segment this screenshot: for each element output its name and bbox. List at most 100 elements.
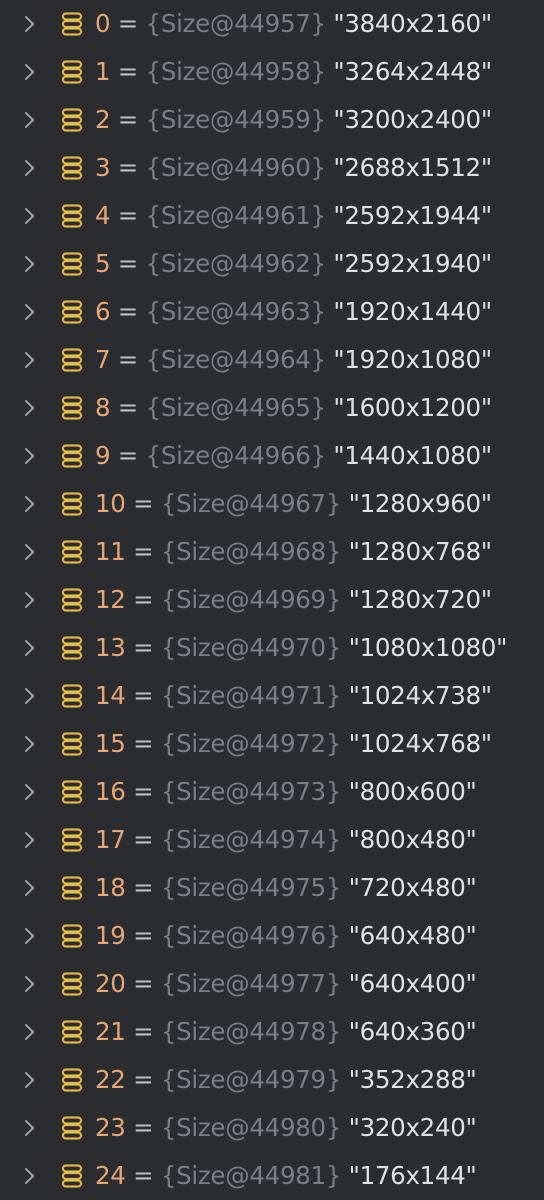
chevron-right-icon[interactable] [22,109,38,131]
chevron-right-icon[interactable] [22,589,38,611]
equals-sign: = [117,393,139,422]
chevron-right-icon[interactable] [22,637,38,659]
variable-value: "1920x1080" [333,345,492,374]
variable-value: "176x144" [348,1161,477,1190]
chevron-right-icon[interactable] [22,733,38,755]
variable-row[interactable]: 15 = {Size@44972} "1024x768" [0,720,544,768]
variable-row[interactable]: 3 = {Size@44960} "2688x1512" [0,144,544,192]
array-element-icon [60,779,84,805]
variable-row[interactable]: 16 = {Size@44973} "800x600" [0,768,544,816]
equals-sign: = [117,105,139,134]
array-element-icon [60,203,84,229]
variable-row[interactable]: 11 = {Size@44968} "1280x768" [0,528,544,576]
variable-value: "800x480" [348,825,477,854]
equals-sign: = [133,825,154,854]
chevron-right-icon[interactable] [22,1069,38,1091]
object-reference: {Size@44960} [145,153,327,182]
variable-index: 15 [95,729,126,758]
variable-row[interactable]: 0 = {Size@44957} "3840x2160" [0,0,544,48]
variable-row[interactable]: 19 = {Size@44976} "640x480" [0,912,544,960]
equals-sign: = [133,489,154,518]
chevron-right-icon[interactable] [22,397,38,419]
variable-row[interactable]: 7 = {Size@44964} "1920x1080" [0,336,544,384]
variable-row[interactable]: 5 = {Size@44962} "2592x1940" [0,240,544,288]
chevron-right-icon[interactable] [22,301,38,323]
variable-value: "1024x738" [348,681,492,710]
chevron-right-icon[interactable] [22,829,38,851]
object-reference: {Size@44967} [160,489,342,518]
chevron-right-icon[interactable] [22,13,38,35]
variable-row[interactable]: 13 = {Size@44970} "1080x1080" [0,624,544,672]
array-element-icon [60,1163,84,1189]
object-reference: {Size@44969} [160,585,342,614]
chevron-right-icon[interactable] [22,445,38,467]
variable-index: 4 [95,201,111,230]
variable-row[interactable]: 24 = {Size@44981} "176x144" [0,1152,544,1200]
chevron-right-icon[interactable] [22,877,38,899]
variable-row[interactable]: 8 = {Size@44965} "1600x1200" [0,384,544,432]
equals-sign: = [133,1017,154,1046]
object-reference: {Size@44961} [145,201,327,230]
variable-row[interactable]: 10 = {Size@44967} "1280x960" [0,480,544,528]
variable-row[interactable]: 14 = {Size@44971} "1024x738" [0,672,544,720]
chevron-right-icon[interactable] [22,973,38,995]
variable-row[interactable]: 12 = {Size@44969} "1280x720" [0,576,544,624]
variable-text: 15 = {Size@44972} "1024x768" [95,720,492,768]
chevron-right-icon[interactable] [22,1117,38,1139]
array-element-icon [60,539,84,565]
object-reference: {Size@44977} [160,969,342,998]
variable-text: 17 = {Size@44974} "800x480" [95,816,477,864]
variable-row[interactable]: 1 = {Size@44958} "3264x2448" [0,48,544,96]
variable-text: 14 = {Size@44971} "1024x738" [95,672,492,720]
variable-row[interactable]: 9 = {Size@44966} "1440x1080" [0,432,544,480]
array-element-icon [60,1115,84,1141]
chevron-right-icon[interactable] [22,157,38,179]
variable-row[interactable]: 6 = {Size@44963} "1920x1440" [0,288,544,336]
variable-text: 6 = {Size@44963} "1920x1440" [95,288,492,336]
chevron-right-icon[interactable] [22,205,38,227]
variable-row[interactable]: 21 = {Size@44978} "640x360" [0,1008,544,1056]
equals-sign: = [133,969,154,998]
variable-text: 7 = {Size@44964} "1920x1080" [95,336,492,384]
variable-row[interactable]: 17 = {Size@44974} "800x480" [0,816,544,864]
chevron-right-icon[interactable] [22,1165,38,1187]
variable-row[interactable]: 20 = {Size@44977} "640x400" [0,960,544,1008]
variable-value: "640x360" [348,1017,477,1046]
object-reference: {Size@44974} [160,825,342,854]
object-reference: {Size@44962} [145,249,327,278]
chevron-right-icon[interactable] [22,925,38,947]
variable-value: "1920x1440" [333,297,492,326]
variable-index: 21 [95,1017,126,1046]
equals-sign: = [133,1161,154,1190]
variable-value: "2688x1512" [333,153,492,182]
equals-sign: = [117,441,139,470]
variable-index: 19 [95,921,126,950]
variable-row[interactable]: 22 = {Size@44979} "352x288" [0,1056,544,1104]
object-reference: {Size@44972} [160,729,342,758]
variable-row[interactable]: 4 = {Size@44961} "2592x1944" [0,192,544,240]
variable-index: 16 [95,777,126,806]
chevron-right-icon[interactable] [22,1021,38,1043]
variable-text: 1 = {Size@44958} "3264x2448" [95,48,492,96]
variable-text: 22 = {Size@44979} "352x288" [95,1056,477,1104]
chevron-right-icon[interactable] [22,349,38,371]
chevron-right-icon[interactable] [22,493,38,515]
chevron-right-icon[interactable] [22,781,38,803]
object-reference: {Size@44966} [145,441,327,470]
chevron-right-icon[interactable] [22,253,38,275]
variable-index: 17 [95,825,126,854]
object-reference: {Size@44975} [160,873,342,902]
variable-value: "1280x960" [348,489,492,518]
array-element-icon [60,1067,84,1093]
array-element-icon [60,635,84,661]
object-reference: {Size@44971} [160,681,342,710]
variable-row[interactable]: 18 = {Size@44975} "720x480" [0,864,544,912]
chevron-right-icon[interactable] [22,685,38,707]
variable-row[interactable]: 23 = {Size@44980} "320x240" [0,1104,544,1152]
variable-value: "3840x2160" [333,9,492,38]
chevron-right-icon[interactable] [22,61,38,83]
variable-value: "2592x1944" [333,201,492,230]
variable-row[interactable]: 2 = {Size@44959} "3200x2400" [0,96,544,144]
chevron-right-icon[interactable] [22,541,38,563]
object-reference: {Size@44965} [145,393,327,422]
